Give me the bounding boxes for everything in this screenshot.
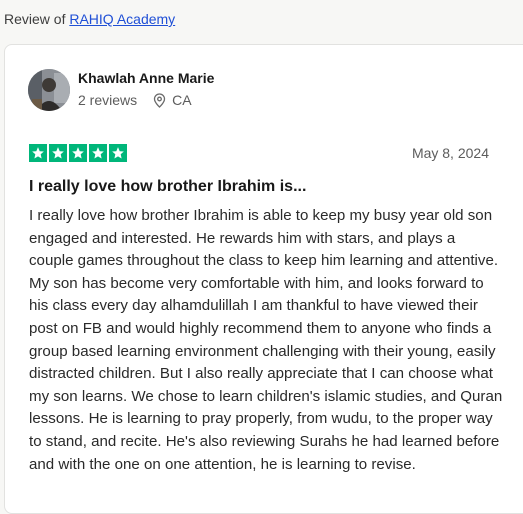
avatar[interactable] <box>28 69 70 111</box>
review-of-prefix: Review of <box>4 11 66 27</box>
review-card: Khawlah Anne Marie 2 reviews CA May 8, 2… <box>4 44 523 514</box>
star-icon <box>29 144 47 162</box>
company-link[interactable]: RAHIQ Academy <box>69 11 175 27</box>
reviewer-location: CA <box>172 92 192 108</box>
review-title[interactable]: I really love how brother Ibrahim is... <box>29 178 306 196</box>
reviewer-name[interactable]: Khawlah Anne Marie <box>78 70 214 86</box>
reviewer-meta: 2 reviews CA <box>78 92 192 108</box>
review-date: May 8, 2024 <box>411 145 489 161</box>
star-icon <box>89 144 107 162</box>
review-body: I really love how brother Ibrahim is abl… <box>29 207 503 473</box>
star-icon <box>69 144 87 162</box>
star-rating <box>29 144 127 162</box>
star-icon <box>109 144 127 162</box>
review-of-header: Review of RAHIQ Academy <box>4 11 175 27</box>
reviews-count: 2 reviews <box>78 92 138 108</box>
star-icon <box>49 144 67 162</box>
location-pin-icon <box>153 92 166 108</box>
